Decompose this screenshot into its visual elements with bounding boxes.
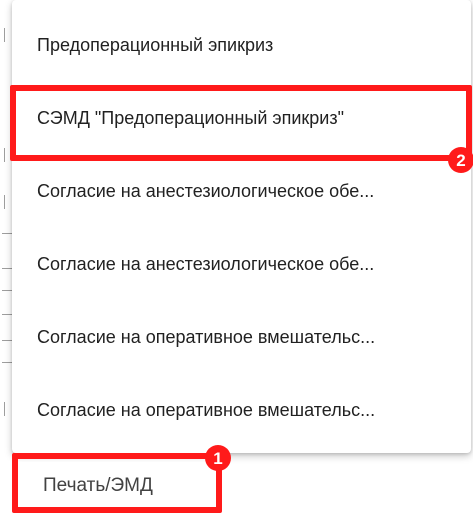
menu-item-preoperative-epicrisis[interactable]: Предоперационный эпикриз — [12, 9, 471, 82]
highlight-frame-semd-item — [10, 85, 472, 161]
step-badge-number: 1 — [213, 448, 223, 468]
step-badge-2: 2 — [448, 147, 473, 173]
background-fragment — [4, 195, 5, 209]
print-dropdown-menu: Предоперационный эпикриз СЭМД "Предопера… — [12, 0, 471, 453]
menu-item-label: Согласие на оперативное вмешательс... — [37, 327, 376, 347]
menu-item-label: Предоперационный эпикриз — [37, 35, 274, 55]
menu-item-label: Согласие на анестезиологическое обе... — [37, 181, 375, 201]
background-fragment — [2, 290, 12, 291]
background-fragment — [2, 314, 12, 315]
highlight-frame-print-button — [12, 453, 222, 513]
background-fragment — [2, 233, 12, 234]
menu-item-surgery-consent-1[interactable]: Согласие на оперативное вмешательс... — [12, 301, 471, 374]
background-fragment — [4, 28, 5, 42]
step-badge-1: 1 — [205, 445, 231, 471]
menu-item-anesthesia-consent-1[interactable]: Согласие на анестезиологическое обе... — [12, 155, 471, 228]
background-fragment — [2, 340, 12, 341]
menu-item-label: Согласие на оперативное вмешательс... — [37, 400, 376, 420]
background-fragment — [2, 268, 12, 269]
menu-item-surgery-consent-2[interactable]: Согласие на оперативное вмешательс... — [12, 374, 471, 447]
menu-item-anesthesia-consent-2[interactable]: Согласие на анестезиологическое обе... — [12, 228, 471, 301]
step-badge-number: 2 — [456, 150, 466, 170]
background-fragment — [2, 362, 12, 363]
menu-item-label: Согласие на анестезиологическое обе... — [37, 254, 375, 274]
background-fragment — [4, 402, 5, 416]
background-fragment — [4, 148, 5, 162]
